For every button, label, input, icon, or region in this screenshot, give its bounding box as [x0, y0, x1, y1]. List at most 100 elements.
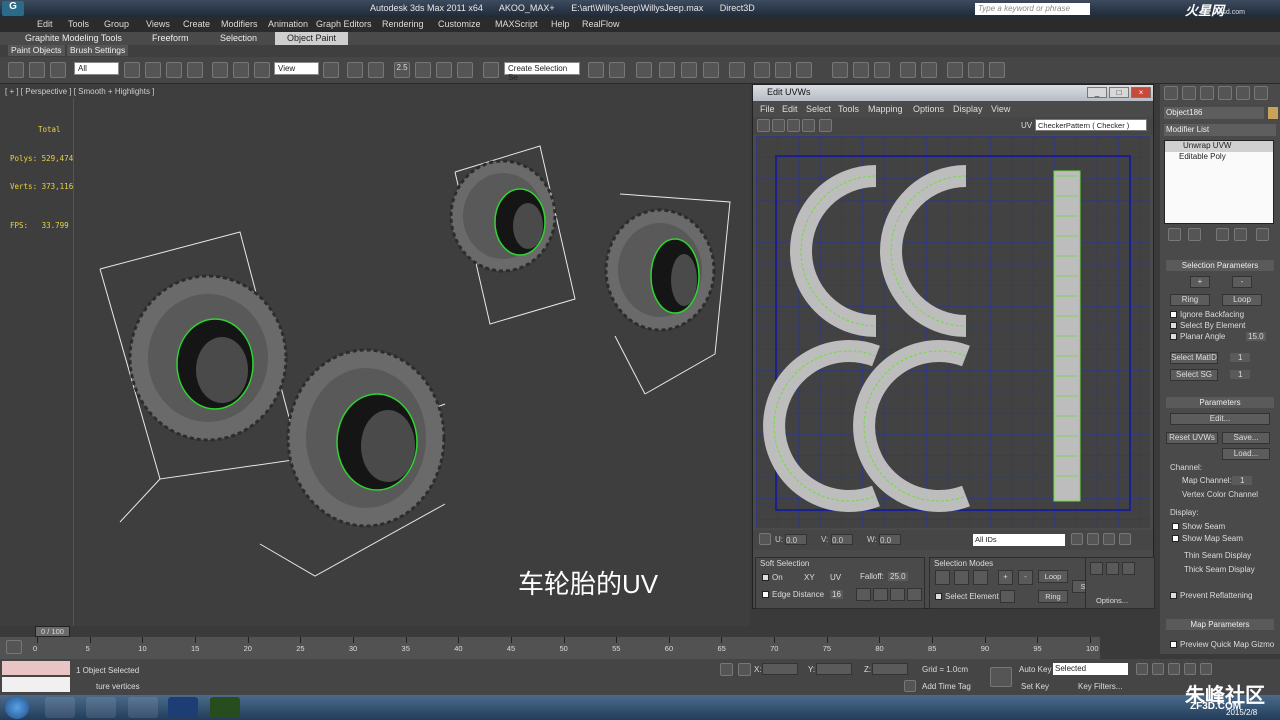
v-field[interactable]: 0.0 [831, 534, 853, 545]
scale-icon[interactable] [254, 62, 270, 78]
planar-angle-checkbox[interactable] [1170, 333, 1177, 340]
pivot-icon[interactable] [323, 62, 339, 78]
menu-maxscript[interactable]: MAXScript [495, 19, 538, 29]
start-button-icon[interactable] [5, 696, 29, 719]
render-setup-icon[interactable] [754, 62, 770, 78]
uvw-menu-options[interactable]: Options [913, 104, 944, 114]
display-tab-icon[interactable] [1236, 86, 1250, 100]
vertex-mode-button[interactable] [935, 570, 950, 585]
track-bar[interactable]: 0 5 10 15 20 25 30 35 40 45 50 55 60 65 70 75 80 85 90 95 10… [0, 637, 1100, 659]
edit-named-selection-icon[interactable] [483, 62, 499, 78]
select-element-checkbox[interactable] [935, 593, 942, 600]
planar-angle-value[interactable]: 15.0 [1246, 332, 1266, 341]
menu-graph-editors[interactable]: Graph Editors [316, 19, 372, 29]
lock-selection-icon[interactable] [759, 533, 771, 545]
select-by-element-checkbox[interactable] [1170, 322, 1177, 329]
tab-object-paint[interactable]: Object Paint [275, 32, 349, 45]
maxscript-listener[interactable] [2, 661, 70, 675]
tab-freeform[interactable]: Freeform [152, 33, 189, 43]
ignore-backfacing-checkbox[interactable] [1170, 311, 1177, 318]
grow-selection-button[interactable]: + [998, 570, 1013, 585]
brush-settings-button[interactable]: Brush Settings [67, 45, 129, 56]
matid-value[interactable]: 1 [1230, 353, 1251, 362]
select-by-name-icon[interactable] [145, 62, 161, 78]
tab-graphite-modeling-tools[interactable]: Graphite Modeling Tools [25, 33, 122, 43]
falloff-smooth-button[interactable] [856, 588, 871, 601]
3dsmax-taskbar-icon[interactable] [128, 697, 158, 718]
menu-views[interactable]: Views [146, 19, 170, 29]
keyboard-shortcut-icon[interactable] [368, 62, 384, 78]
realflow-icon-7[interactable] [968, 62, 984, 78]
falloff-value[interactable]: 25.0 [888, 572, 908, 581]
select-object-icon[interactable] [124, 62, 140, 78]
move-icon[interactable] [212, 62, 228, 78]
preview-quick-map-checkbox[interactable] [1170, 641, 1177, 648]
motion-tab-icon[interactable] [1218, 86, 1232, 100]
window-crossing-icon[interactable] [187, 62, 203, 78]
grow-button[interactable]: + [1190, 276, 1210, 288]
hierarchy-tab-icon[interactable] [1200, 86, 1214, 100]
edge-mode-button[interactable] [954, 570, 969, 585]
play-icon[interactable] [1168, 663, 1180, 675]
map-parameters-rollout[interactable]: Map Parameters [1166, 619, 1274, 630]
uv-freeform-icon[interactable] [802, 119, 815, 132]
z-field[interactable] [872, 663, 908, 675]
bind-space-warp-icon[interactable] [50, 62, 66, 78]
app-logo-icon[interactable]: G [2, 1, 24, 16]
mirror-icon[interactable] [588, 62, 604, 78]
reset-uvws-button[interactable]: Reset UVWs [1166, 432, 1218, 444]
soft-on-checkbox[interactable] [762, 574, 769, 581]
select-sg-button[interactable]: Select SG [1170, 369, 1218, 381]
options-button[interactable]: Options... [1092, 595, 1132, 608]
pan-icon[interactable] [1071, 533, 1083, 545]
menu-rendering[interactable]: Rendering [382, 19, 424, 29]
menu-edit[interactable]: Edit [37, 19, 53, 29]
save-button[interactable]: Save... [1222, 432, 1270, 444]
absolute-mode-icon[interactable] [738, 663, 751, 676]
realflow-icon-5[interactable] [921, 62, 937, 78]
uvw-menu-display[interactable]: Display [953, 104, 983, 114]
map-channel-value[interactable]: 1 [1232, 476, 1253, 485]
realflow-icon-8[interactable] [989, 62, 1005, 78]
close-button[interactable]: × [1131, 87, 1151, 98]
maxscript-mini[interactable] [2, 677, 70, 692]
falloff-linear-button[interactable] [873, 588, 888, 601]
rendered-frame-icon[interactable] [775, 62, 791, 78]
go-to-start-icon[interactable] [1136, 663, 1148, 675]
schematic-view-icon[interactable] [703, 62, 719, 78]
sg-value[interactable]: 1 [1230, 370, 1251, 379]
soft-xy-label[interactable]: XY [804, 573, 815, 582]
maximize-button[interactable]: □ [1109, 87, 1129, 98]
show-end-result-icon[interactable] [1188, 228, 1201, 241]
stack-item-editable-poly[interactable]: Editable Poly [1165, 152, 1273, 163]
next-frame-icon[interactable] [1184, 663, 1196, 675]
named-selection-dropdown[interactable]: Create Selection Se [504, 62, 580, 82]
modifier-list-dropdown[interactable]: Modifier List [1164, 124, 1276, 136]
selection-filter-dropdown[interactable]: All [74, 62, 119, 75]
checker-pattern-dropdown[interactable]: CheckerPattern ( Checker ) [1035, 119, 1147, 131]
material-id-dropdown[interactable]: All IDs [973, 534, 1065, 546]
uvw-menu-edit[interactable]: Edit [782, 104, 798, 114]
tab-selection[interactable]: Selection [220, 33, 257, 43]
thick-seam-display-label[interactable]: Thick Seam Display [1184, 565, 1255, 574]
shrink-button[interactable]: - [1232, 276, 1252, 288]
u-field[interactable]: 0.0 [785, 534, 807, 545]
x-field[interactable] [762, 663, 798, 675]
uv-grid[interactable] [756, 136, 1150, 528]
vertex-color-channel-label[interactable]: Vertex Color Channel [1182, 490, 1258, 499]
menu-tools[interactable]: Tools [68, 19, 89, 29]
loop-button[interactable]: Loop [1038, 570, 1068, 583]
selection-parameters-rollout[interactable]: Selection Parameters [1166, 260, 1274, 271]
search-input[interactable]: Type a keyword or phrase [975, 3, 1090, 15]
uv-scale-icon[interactable] [787, 119, 800, 132]
set-key-button[interactable]: Set Key [1021, 682, 1049, 691]
select-matid-button[interactable]: Select MatID [1170, 352, 1218, 364]
configure-sets-icon[interactable] [1256, 228, 1269, 241]
set-key-icon[interactable] [990, 667, 1012, 687]
modify-tab-icon[interactable] [1182, 86, 1196, 100]
curve-editor-icon[interactable] [681, 62, 697, 78]
align-icon[interactable] [609, 62, 625, 78]
manipulate-icon[interactable] [347, 62, 363, 78]
uv-mirror-icon[interactable] [819, 119, 832, 132]
realflow-icon-1[interactable] [832, 62, 848, 78]
